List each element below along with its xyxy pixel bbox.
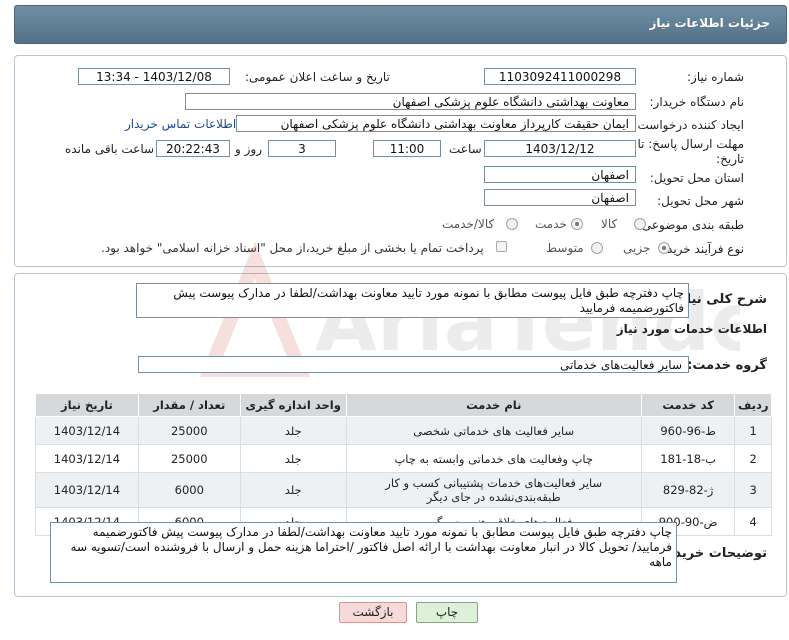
deadline-label: مهلت ارسال پاسخ: تا تاریخ:	[637, 137, 744, 166]
category-radio-goods-service[interactable]	[506, 218, 518, 230]
row-index: 4	[734, 507, 772, 536]
col-date-header: تاریخ نیاز	[35, 393, 139, 417]
creator-label: ایجاد کننده درخواست:	[633, 118, 744, 132]
row-index: 1	[734, 416, 772, 445]
process-radio-minor[interactable]	[658, 242, 670, 254]
announce-field: 1403/12/08 - 13:34	[78, 68, 230, 85]
remaining-time-field: 20:22:43	[156, 140, 230, 157]
row-name: چاپ وفعالیت های خدماتی وابسته به چاپ	[345, 444, 642, 473]
deadline-time-field: 11:00	[373, 140, 441, 157]
back-button[interactable]: بازگشت	[339, 602, 407, 623]
row-unit: جلد	[239, 444, 347, 473]
print-button[interactable]: چاپ	[416, 602, 478, 623]
buyer-org-field: معاونت بهداشتی دانشگاه علوم پزشکی اصفهان	[185, 93, 636, 110]
row-index: 2	[734, 444, 772, 473]
row-code: ب-18-181	[640, 444, 736, 473]
row-name: سایر فعالیت های خدماتی شخصی	[345, 416, 642, 445]
col-index-header: ردیف	[734, 393, 772, 417]
table-row: 1 ط-96-960 سایر فعالیت های خدماتی شخصی ج…	[35, 416, 772, 445]
category-option-goods: کالا	[601, 217, 618, 231]
col-unit-header: واحد اندازه گیری	[239, 393, 347, 417]
province-field: اصفهان	[484, 166, 636, 183]
category-label: طبقه بندی موضوعی:	[637, 218, 744, 232]
col-qty-header: تعداد / مقدار	[137, 393, 241, 417]
buyer-notes-textarea[interactable]: چاپ دفترچه طبق فایل پیوست مطابق با نمونه…	[50, 522, 677, 583]
province-label: استان محل تحویل:	[649, 171, 744, 185]
row-unit: جلد	[239, 416, 347, 445]
category-radio-service[interactable]	[571, 218, 583, 230]
treasury-payment-checkbox[interactable]	[496, 241, 507, 252]
deadline-time-label: ساعت	[449, 142, 482, 156]
row-code: ط-96-960	[640, 416, 736, 445]
need-number-field: 1103092411000298	[484, 68, 636, 85]
page-title: جزئیات اطلاعات نیاز	[649, 16, 770, 30]
row-qty: 6000	[137, 472, 241, 508]
table-row: 2 ب-18-181 چاپ وفعالیت های خدماتی وابسته…	[35, 444, 772, 473]
row-name: سایر فعالیت‌های خدمات پشتیبانی کسب و کار…	[345, 472, 642, 508]
services-table: ردیف کد خدمت نام خدمت واحد اندازه گیری ت…	[35, 393, 772, 536]
row-index: 3	[734, 472, 772, 508]
table-header-row: ردیف کد خدمت نام خدمت واحد اندازه گیری ت…	[35, 393, 772, 417]
process-option-minor: جزیی	[623, 241, 651, 255]
service-group-label: گروه خدمت:	[687, 358, 767, 373]
row-date: 1403/12/14	[35, 472, 139, 508]
category-option-service: خدمت	[535, 217, 567, 231]
city-label: شهر محل تحویل:	[657, 194, 744, 208]
creator-field: ایمان حقیقت کارپرداز معاونت بهداشتی دانش…	[236, 115, 636, 132]
service-group-field: سایر فعالیت‌های خدماتی	[138, 356, 689, 373]
process-option-medium: متوسط	[546, 241, 584, 255]
row-date: 1403/12/14	[35, 444, 139, 473]
city-field: اصفهان	[484, 189, 636, 206]
process-radio-medium[interactable]	[591, 242, 603, 254]
page-title-bar: جزئیات اطلاعات نیاز	[14, 5, 787, 44]
buyer-contact-link[interactable]: اطلاعات تماس خریدار	[125, 117, 236, 131]
payment-note: پرداخت تمام یا بخشی از مبلغ خرید،از محل …	[101, 241, 484, 255]
deadline-date-field: 1403/12/12	[484, 140, 636, 157]
row-qty: 25000	[137, 444, 241, 473]
category-radio-goods[interactable]	[634, 218, 646, 230]
row-qty: 25000	[137, 416, 241, 445]
summary-textarea[interactable]: چاپ دفترچه طبق فایل پیوست مطابق با نمونه…	[136, 283, 689, 318]
table-row: 3 ژ-82-829 سایر فعالیت‌های خدمات پشتیبان…	[35, 472, 772, 508]
col-name-header: نام خدمت	[345, 393, 642, 417]
col-code-header: کد خدمت	[640, 393, 736, 417]
row-unit: جلد	[239, 472, 347, 508]
row-date: 1403/12/14	[35, 416, 139, 445]
days-field: 3	[268, 140, 336, 157]
process-label: نوع فرآیند خرید :	[659, 242, 744, 256]
remaining-label: ساعت باقی مانده	[65, 142, 155, 156]
days-label: روز و	[235, 142, 262, 156]
services-section-title: اطلاعات خدمات مورد نیاز	[616, 322, 767, 336]
need-number-label: شماره نیاز:	[687, 70, 744, 84]
announce-label: تاریخ و ساعت اعلان عمومی:	[245, 70, 390, 84]
buyer-org-label: نام دستگاه خریدار:	[649, 95, 745, 109]
row-code: ژ-82-829	[640, 472, 736, 508]
category-option-goods-service: کالا/خدمت	[442, 217, 495, 231]
